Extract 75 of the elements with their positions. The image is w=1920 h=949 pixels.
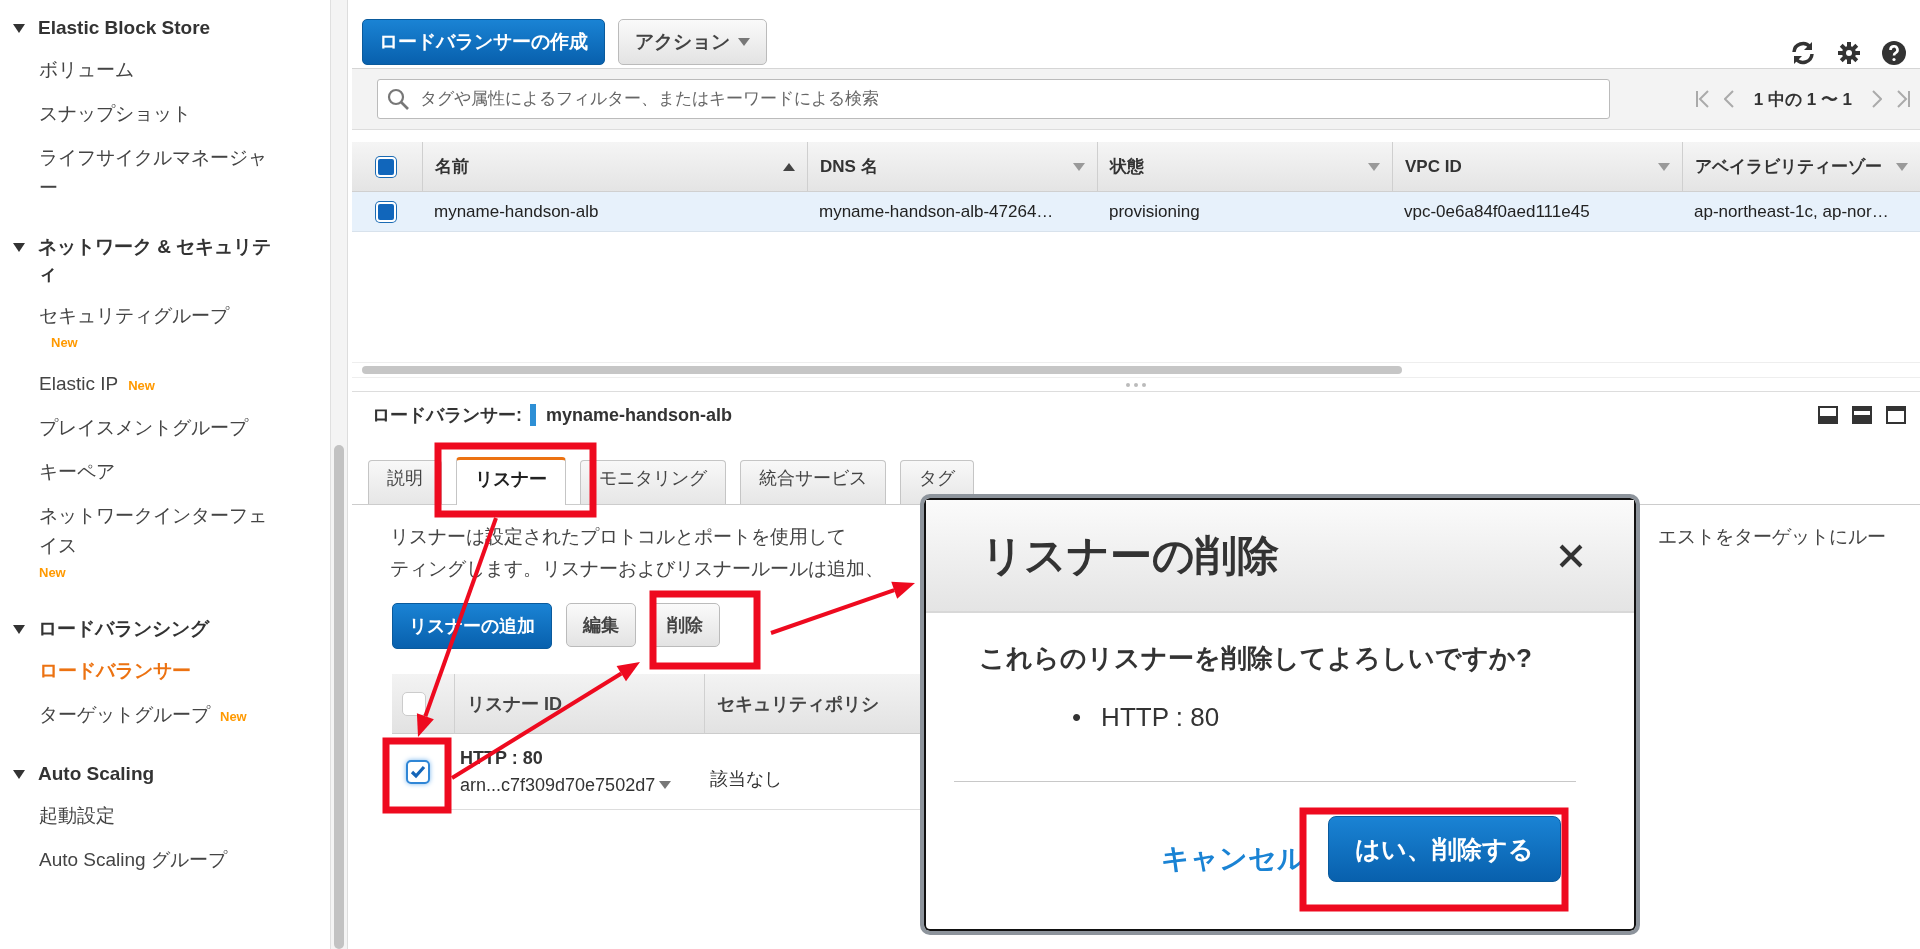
listener-arn[interactable]: arn...c7f309d70e7502d7 (460, 774, 698, 796)
new-label: New (51, 334, 78, 352)
load-balancer-name: myname-handson-alb (546, 404, 733, 426)
bottom-panel-icon[interactable] (1818, 406, 1838, 424)
split-panel-icon[interactable] (1852, 406, 1872, 424)
check-icon (410, 764, 426, 779)
caret-icon (1896, 162, 1908, 171)
section-title[interactable]: Elastic Block Store (38, 14, 211, 41)
nav-item[interactable]: ライフサイクルマネージャー (39, 143, 267, 203)
settings-icon[interactable] (1838, 42, 1860, 64)
detail-label: ロードバランサー: (372, 404, 522, 427)
dialog-title: リスナーの削除 (981, 530, 1280, 581)
column-header[interactable]: 名前 (422, 142, 807, 192)
nav-item[interactable]: スナップショット (39, 99, 267, 129)
table-cell: vpc-0e6a84f0aed111e45 (1392, 192, 1682, 232)
column-header[interactable]: アベイラビリティーゾー (1682, 142, 1920, 192)
description-text: エストをターゲットにルー (1658, 525, 1886, 549)
nav-item[interactable]: 起動設定 (39, 801, 267, 831)
tab[interactable]: 統合サービス (740, 460, 886, 504)
nav-item[interactable]: ネットワークインターフェイス New (39, 501, 267, 585)
caret-icon (1368, 162, 1380, 171)
caret-icon (659, 781, 672, 789)
scrollbar[interactable] (352, 362, 1920, 378)
table-cell: provisioning (1097, 192, 1392, 232)
close-icon (1558, 542, 1584, 569)
triangle-icon[interactable] (12, 21, 26, 35)
nav-item[interactable]: プレイスメントグループ (39, 413, 267, 443)
table-cell: ap-northeast-1c, ap-nor… (1682, 192, 1920, 232)
tab[interactable]: モニタリング (580, 460, 726, 504)
nav-item[interactable]: ターゲットグループ New (39, 700, 267, 730)
section-title[interactable]: Auto Scaling (38, 760, 155, 787)
nav-item[interactable]: キーペア (39, 457, 267, 487)
triangle-icon[interactable] (12, 240, 26, 254)
close-button[interactable] (1558, 542, 1584, 569)
new-label: New (39, 564, 66, 582)
select-all-checkbox[interactable] (402, 691, 426, 716)
nav-item[interactable]: ボリューム (39, 55, 267, 85)
caret-icon (738, 38, 750, 46)
triangle-icon[interactable] (12, 622, 26, 636)
help-icon[interactable] (1882, 41, 1906, 65)
new-label: New (220, 708, 247, 726)
triangle-icon[interactable] (12, 767, 26, 781)
tab[interactable]: リスナー (456, 457, 566, 505)
column-header[interactable]: VPC ID (1392, 142, 1682, 192)
row-checkbox[interactable] (406, 759, 430, 784)
create-button[interactable]: ロードバランサーの作成 (362, 19, 605, 65)
full-panel-icon[interactable] (1886, 406, 1906, 424)
listener-item: HTTP : 80 (1101, 701, 1220, 734)
table-cell-text: 該当なし (710, 767, 782, 791)
new-label: New (128, 377, 155, 395)
resize-handle-icon[interactable] (1125, 381, 1147, 388)
accent-bar (530, 404, 536, 426)
table-cell: myname-handson-alb-47264… (807, 192, 1097, 232)
nav-item[interactable]: Elastic IP New (39, 369, 267, 399)
section-title[interactable]: ロードバランシング (38, 615, 209, 642)
column-header[interactable]: DNS 名 (807, 142, 1097, 192)
confirm-button[interactable]: はい、削除する (1328, 816, 1561, 882)
search-field[interactable]: タグや属性によるフィルター、またはキーワードによる検索 (377, 79, 1610, 119)
sort-up-icon (783, 162, 795, 171)
section-title[interactable]: ネットワーク & セキュリティ (38, 233, 282, 287)
nav-item[interactable]: Auto Scaling グループ (39, 845, 267, 875)
column-header[interactable]: リスナー ID (454, 674, 704, 734)
bullet-mark: • (1072, 701, 1082, 734)
nav-item[interactable]: セキュリティグループ New (39, 301, 267, 355)
dialog-question: これらのリスナーを削除してよろしいですか? (979, 642, 1532, 675)
page-range: 1 中の 1 〜 1 (1752, 88, 1853, 111)
caret-icon (1073, 162, 1085, 171)
column-header[interactable]: 状態 (1097, 142, 1392, 192)
search-icon (387, 88, 409, 110)
refresh-icon[interactable] (1790, 41, 1816, 65)
actions-button[interactable]: アクション (618, 19, 767, 65)
caret-icon (1658, 162, 1670, 171)
scrollbar[interactable] (330, 0, 348, 949)
table-cell: myname-handson-alb (422, 192, 807, 232)
action-button[interactable]: 編集 (566, 603, 636, 647)
